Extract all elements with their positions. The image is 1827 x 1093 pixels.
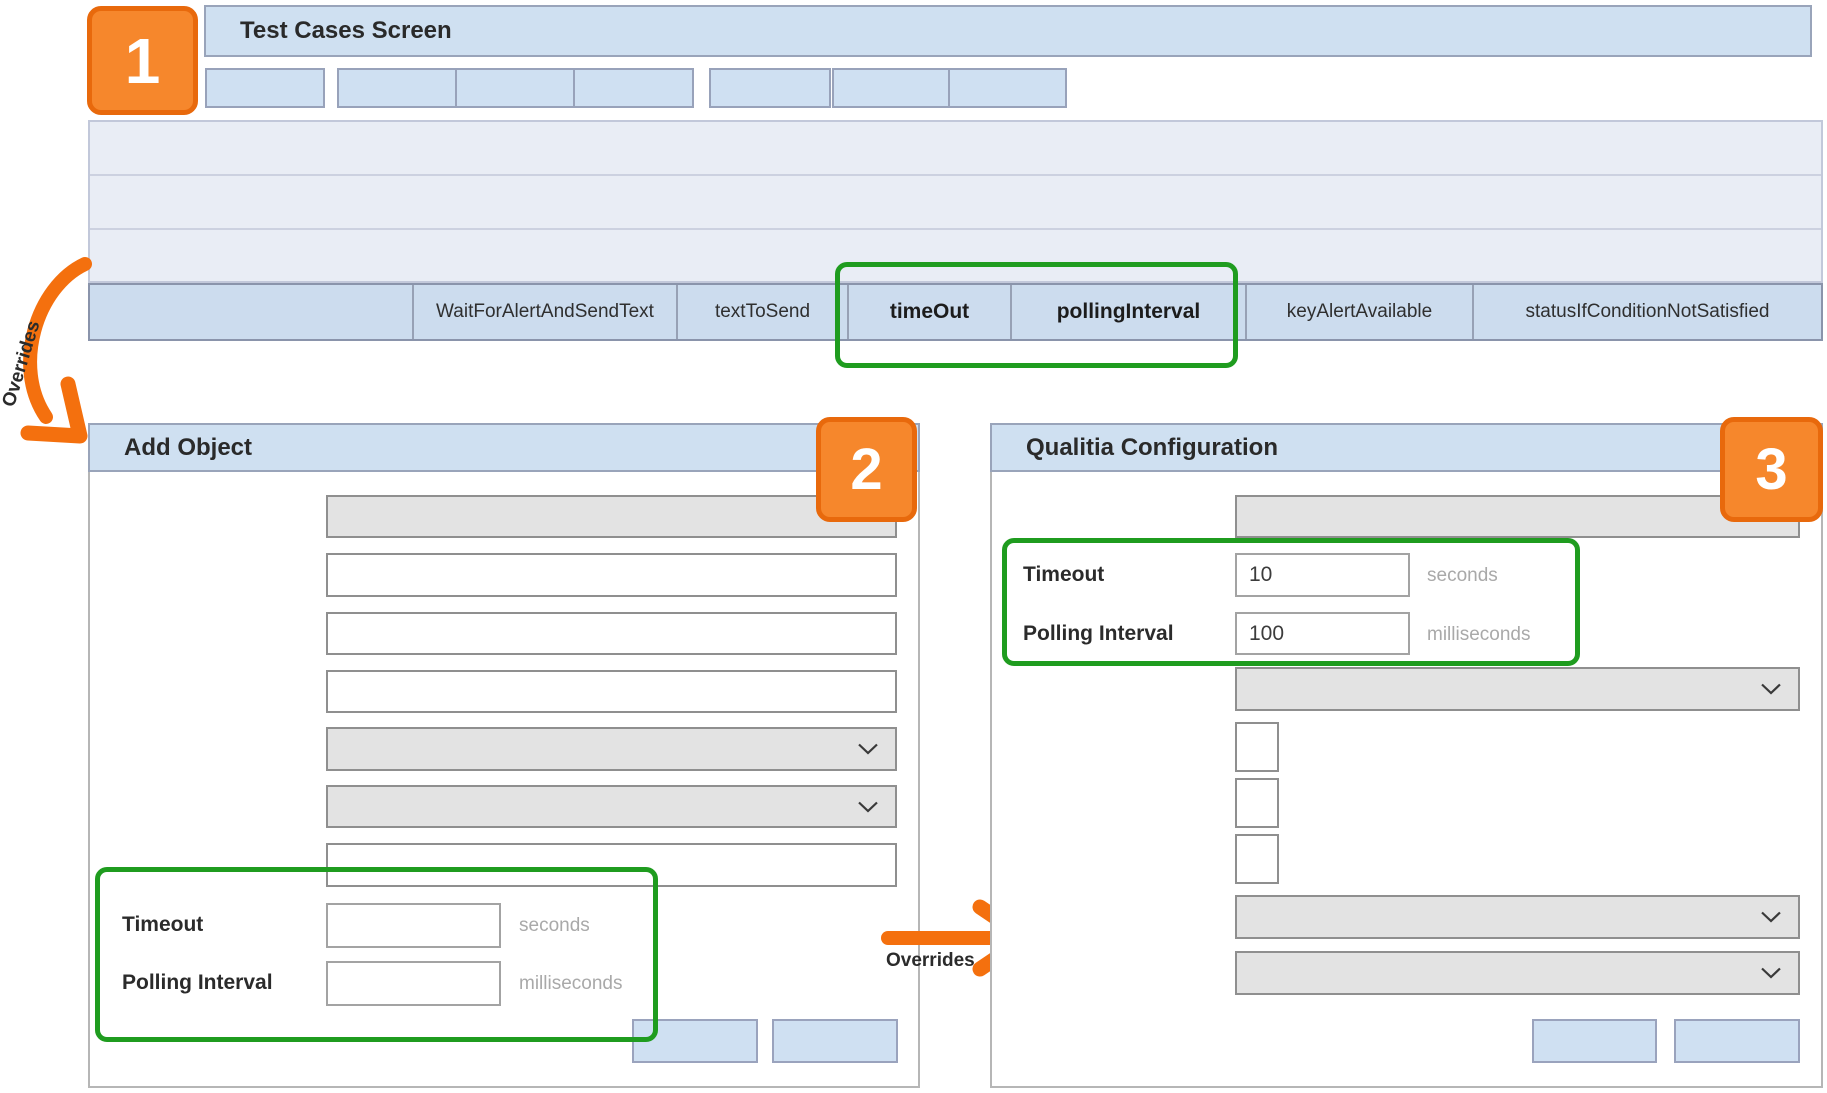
toolbar-button-4[interactable] xyxy=(573,68,694,108)
column-header-blank xyxy=(90,285,412,339)
test-cases-screen-title: Test Cases Screen xyxy=(240,17,452,45)
add-object-timeout-label: Timeout xyxy=(122,913,203,937)
step-badge-2-number: 2 xyxy=(850,436,882,503)
step-badge-2: 2 xyxy=(816,417,917,522)
qualitia-dropdown-3[interactable] xyxy=(1235,951,1800,995)
add-object-timeout-unit: seconds xyxy=(519,915,590,937)
test-cases-grid xyxy=(88,120,1823,283)
add-object-polling-label: Polling Interval xyxy=(122,971,273,995)
qualitia-checkbox-3[interactable] xyxy=(1235,834,1279,884)
overrides-label-horizontal: Overrides xyxy=(886,950,975,972)
add-object-dropdown-2[interactable] xyxy=(326,785,897,828)
add-object-dropdown-1[interactable] xyxy=(326,727,897,771)
add-object-field-3[interactable] xyxy=(326,612,897,655)
add-object-field-2[interactable] xyxy=(326,553,897,597)
qualitia-configuration-title: Qualitia Configuration xyxy=(1026,434,1278,462)
column-header-waitforalertandsendtext: WaitForAlertAndSendText xyxy=(412,285,676,339)
toolbar-button-7[interactable] xyxy=(948,68,1067,108)
add-object-field-1 xyxy=(326,495,897,538)
toolbar-button-3[interactable] xyxy=(455,68,575,108)
add-object-polling-unit: milliseconds xyxy=(519,973,622,995)
chevron-down-icon xyxy=(857,743,879,756)
add-object-polling-input[interactable] xyxy=(326,961,501,1006)
step-badge-1: 1 xyxy=(87,6,198,115)
test-cases-screen-header: Test Cases Screen xyxy=(204,5,1812,57)
column-header-statusifconditionnotsatisfied: statusIfConditionNotSatisfied xyxy=(1472,285,1821,339)
qualitia-polling-unit: milliseconds xyxy=(1427,624,1530,646)
chevron-down-icon xyxy=(857,800,879,813)
qualitia-checkbox-1[interactable] xyxy=(1235,722,1279,772)
add-object-action-button-2[interactable] xyxy=(772,1019,898,1063)
table-row-3[interactable] xyxy=(90,230,1821,285)
qualitia-dropdown-2[interactable] xyxy=(1235,895,1800,939)
qualitia-dropdown-1[interactable] xyxy=(1235,667,1800,711)
step-badge-3-number: 3 xyxy=(1755,436,1787,503)
toolbar-button-6[interactable] xyxy=(832,68,950,108)
table-header-row: WaitForAlertAndSendText textToSend timeO… xyxy=(88,283,1823,341)
add-object-action-button-1[interactable] xyxy=(632,1019,758,1063)
toolbar-button-1[interactable] xyxy=(205,68,325,108)
table-row-2[interactable] xyxy=(90,176,1821,230)
chevron-down-icon xyxy=(1760,911,1782,924)
qualitia-field-1 xyxy=(1235,495,1800,538)
qualitia-polling-input[interactable] xyxy=(1235,612,1410,655)
toolbar-button-5[interactable] xyxy=(709,68,831,108)
toolbar-button-2[interactable] xyxy=(337,68,457,108)
step-badge-3: 3 xyxy=(1720,417,1823,522)
qualitia-timeout-unit: seconds xyxy=(1427,565,1498,587)
table-row-1[interactable] xyxy=(90,122,1821,176)
column-header-pollinginterval: pollingInterval xyxy=(1010,285,1245,339)
qualitia-checkbox-2[interactable] xyxy=(1235,778,1279,828)
screenshot-canvas: Test Cases Screen WaitForAlertAndSendTex… xyxy=(0,0,1827,1093)
add-object-field-4[interactable] xyxy=(326,670,897,713)
column-header-keyalertavailable: keyAlertAvailable xyxy=(1245,285,1472,339)
qualitia-polling-label: Polling Interval xyxy=(1023,622,1174,646)
qualitia-timeout-input[interactable] xyxy=(1235,553,1410,597)
qualitia-timeout-label: Timeout xyxy=(1023,563,1104,587)
column-header-timeout: timeOut xyxy=(847,285,1010,339)
qualitia-action-button-1[interactable] xyxy=(1532,1019,1657,1063)
add-object-field-5[interactable] xyxy=(326,843,897,887)
add-object-header: Add Object xyxy=(88,423,920,472)
chevron-down-icon xyxy=(1760,683,1782,696)
qualitia-action-button-2[interactable] xyxy=(1674,1019,1800,1063)
chevron-down-icon xyxy=(1760,967,1782,980)
add-object-title: Add Object xyxy=(124,434,252,462)
qualitia-configuration-header: Qualitia Configuration xyxy=(990,423,1823,472)
add-object-timeout-input[interactable] xyxy=(326,903,501,948)
step-badge-1-number: 1 xyxy=(125,24,161,98)
column-header-texttosend: textToSend xyxy=(676,285,847,339)
